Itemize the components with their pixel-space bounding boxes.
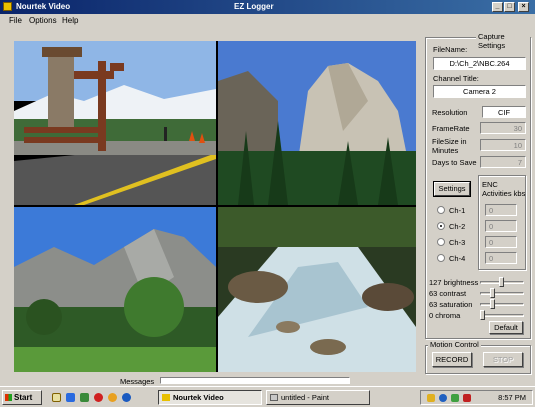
enc-ch1-field: 0 (485, 204, 517, 216)
capture-settings-label: Capture Settings (476, 32, 530, 50)
record-button[interactable]: RECORD (432, 352, 472, 367)
video-frame-ch1 (14, 41, 216, 205)
taskbar: Start Nourtek Video untitled - Paint 8:5… (0, 386, 535, 407)
radio-ch2-label: Ch-2 (449, 222, 466, 231)
start-label: Start (14, 393, 33, 402)
start-button[interactable]: Start (2, 390, 42, 405)
task-nourtek-video-label: Nourtek Video (173, 393, 224, 402)
title-bar[interactable]: Nourtek Video EZ Logger _ □ × (0, 0, 535, 14)
chroma-label: 0 chroma (429, 311, 461, 320)
enc-ch3-field: 0 (485, 236, 517, 248)
brightness-label: 127 brightness (429, 278, 479, 287)
video-grid (14, 41, 416, 372)
radio-ch4[interactable] (437, 254, 445, 262)
windows-logo-icon (5, 394, 12, 401)
radio-ch3-label: Ch-3 (449, 238, 466, 247)
enc-ch2-field: 0 (485, 220, 517, 232)
video-tile-ch3[interactable] (14, 207, 216, 372)
channel-title-field[interactable]: Camera 2 (433, 85, 526, 98)
default-button[interactable]: Default (489, 321, 523, 334)
days-to-save-field: 7 (480, 156, 526, 168)
radio-ch1[interactable] (437, 206, 445, 214)
outlook-icon[interactable] (80, 393, 89, 402)
filesize-label-line1: FileSize in (432, 137, 467, 146)
menu-file[interactable]: File (9, 16, 22, 25)
video-tile-ch1[interactable] (14, 41, 216, 205)
contrast-slider-track[interactable] (480, 292, 524, 295)
security-icon[interactable] (451, 394, 459, 402)
contrast-slider-thumb[interactable] (489, 288, 495, 298)
channel-title-label: Channel Title: (433, 74, 479, 83)
video-frame-ch4 (218, 207, 416, 372)
framerate-label: FrameRate (432, 124, 470, 133)
app-name: Nourtek Video (16, 2, 71, 11)
menu-bar: File Options Help (0, 15, 535, 28)
enc-activities-label: Activities kbs (482, 189, 526, 198)
volume-icon[interactable] (427, 394, 435, 402)
media-icon[interactable] (94, 393, 103, 402)
radio-ch1-label: Ch-1 (449, 206, 466, 215)
menu-options[interactable]: Options (29, 16, 57, 25)
radio-ch3[interactable] (437, 238, 445, 246)
messages-label: Messages (120, 377, 155, 386)
filesize-field: 10 (480, 139, 526, 151)
network-icon[interactable] (439, 394, 447, 402)
settings-button[interactable]: Settings (433, 181, 471, 197)
minimize-button[interactable]: _ (492, 2, 503, 12)
motion-control-label: Motion Control (428, 340, 481, 349)
maximize-button[interactable]: □ (504, 2, 515, 12)
window-title: EZ Logger (234, 2, 274, 11)
internet-explorer-icon[interactable] (66, 393, 75, 402)
video-frame-ch2 (218, 41, 416, 205)
show-desktop-icon[interactable] (52, 393, 61, 402)
enc-ch4-field: 0 (485, 252, 517, 264)
stop-button: STOP (483, 352, 523, 367)
contrast-label: 63 contrast (429, 289, 467, 298)
menu-help[interactable]: Help (62, 16, 78, 25)
video-frame-ch3 (14, 207, 216, 372)
clock: 8:57 PM (498, 393, 526, 402)
saturation-slider-thumb[interactable] (489, 299, 495, 309)
video-tile-ch4[interactable] (218, 207, 416, 372)
radio-ch2[interactable] (437, 222, 445, 230)
saturation-slider-track[interactable] (480, 303, 524, 306)
task-paint-label: untitled - Paint (281, 393, 329, 402)
resolution-field[interactable]: CIF (482, 106, 526, 118)
close-button[interactable]: × (518, 2, 529, 12)
framerate-field: 30 (480, 122, 526, 134)
messages-field (160, 377, 350, 384)
chroma-slider-track[interactable] (480, 314, 524, 317)
days-to-save-label: Days to Save (432, 158, 477, 167)
nourtek-app-icon (162, 394, 170, 401)
paint-app-icon (270, 394, 278, 401)
radio-ch4-label: Ch-4 (449, 254, 466, 263)
task-nourtek-video[interactable]: Nourtek Video (158, 390, 262, 405)
filename-label: FileName: (433, 45, 468, 54)
explorer-icon[interactable] (108, 393, 117, 402)
video-tile-ch2[interactable] (218, 41, 416, 205)
chroma-slider-thumb[interactable] (480, 310, 485, 320)
enc-label: ENC (482, 180, 498, 189)
app-icon (3, 2, 12, 11)
saturation-label: 63 saturation (429, 300, 473, 309)
task-paint[interactable]: untitled - Paint (266, 390, 370, 405)
filesize-label-line2: Minutes (432, 146, 459, 155)
resolution-label: Resolution (432, 108, 468, 117)
filename-field[interactable]: D:\Ch_2\NBC.264 (433, 57, 526, 70)
search-icon[interactable] (122, 393, 131, 402)
system-tray: 8:57 PM (420, 390, 533, 405)
alert-icon[interactable] (463, 394, 471, 402)
brightness-slider-thumb[interactable] (499, 277, 505, 287)
